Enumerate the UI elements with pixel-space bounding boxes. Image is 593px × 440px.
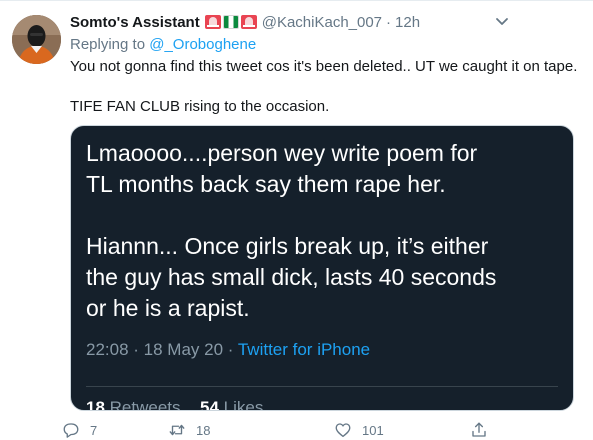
tweet-text-line: You not gonna find this tweet cos it's b… <box>70 58 578 75</box>
like-button[interactable]: 101 <box>334 421 384 439</box>
embedded-retweets-label: Retweets <box>109 398 181 411</box>
reply-count: 7 <box>90 422 98 438</box>
retweet-button[interactable]: 18 <box>168 421 210 439</box>
embedded-tweet-stats: 18 Retweets 54 Likes <box>86 398 264 411</box>
like-count: 101 <box>362 422 384 438</box>
share-icon <box>472 422 486 437</box>
user-handle[interactable]: @KachiKach_007 <box>262 14 382 31</box>
embedded-tweet-source: Twitter for iPhone <box>237 340 371 359</box>
divider <box>86 386 558 387</box>
reply-icon <box>63 423 79 438</box>
separator-dot: · <box>386 13 392 31</box>
embedded-tweet-text: Lmaoooo....person wey write poem for TL … <box>86 138 566 324</box>
display-name[interactable]: Somto's Assistant <box>70 14 200 31</box>
chevron-down-icon[interactable] <box>492 11 512 31</box>
replying-to: Replying to @_Oroboghene <box>70 35 582 55</box>
nigeria-flag-icon <box>222 15 239 29</box>
heart-icon <box>335 423 351 438</box>
tweet-text: You not gonna find this tweet cos it's b… <box>70 57 582 117</box>
embedded-tweet-paragraph: Lmaoooo....person wey write poem for TL … <box>86 140 478 197</box>
alarm-flag-icon <box>204 15 221 29</box>
embedded-tweet-paragraph: Hiannn... Once girls break up, it’s eith… <box>86 233 497 321</box>
embedded-likes-count: 54 <box>200 398 219 411</box>
alarm-flag-icon <box>240 15 257 29</box>
embedded-likes-label: Likes <box>223 398 264 411</box>
avatar-image <box>12 15 61 64</box>
tweet-text-line: TIFE FAN CLUB rising to the occasion. <box>70 98 330 115</box>
share-button[interactable] <box>470 421 488 439</box>
retweet-count: 18 <box>196 422 211 438</box>
avatar[interactable] <box>12 15 61 64</box>
embedded-tweet-timestamp: 22:08 · 18 May 20 · <box>86 340 238 359</box>
embedded-tweet-image[interactable]: Lmaoooo....person wey write poem for TL … <box>70 125 574 411</box>
tweet-timestamp[interactable]: 12h <box>395 14 420 31</box>
replying-to-mention[interactable]: @_Oroboghene <box>149 36 256 53</box>
embedded-tweet-meta: 22:08 · 18 May 20 · Twitter for iPhone <box>86 340 370 360</box>
retweet-icon <box>169 424 185 436</box>
reply-button[interactable]: 7 <box>62 421 97 439</box>
tweet-actions: 7 18 101 <box>58 421 578 440</box>
name-emoji-flags <box>204 15 257 29</box>
tweet[interactable]: Somto's Assistant @KachiKach_007 · 12h R… <box>0 0 593 440</box>
replying-prefix: Replying to <box>70 36 150 53</box>
embedded-retweets-count: 18 <box>86 398 105 411</box>
